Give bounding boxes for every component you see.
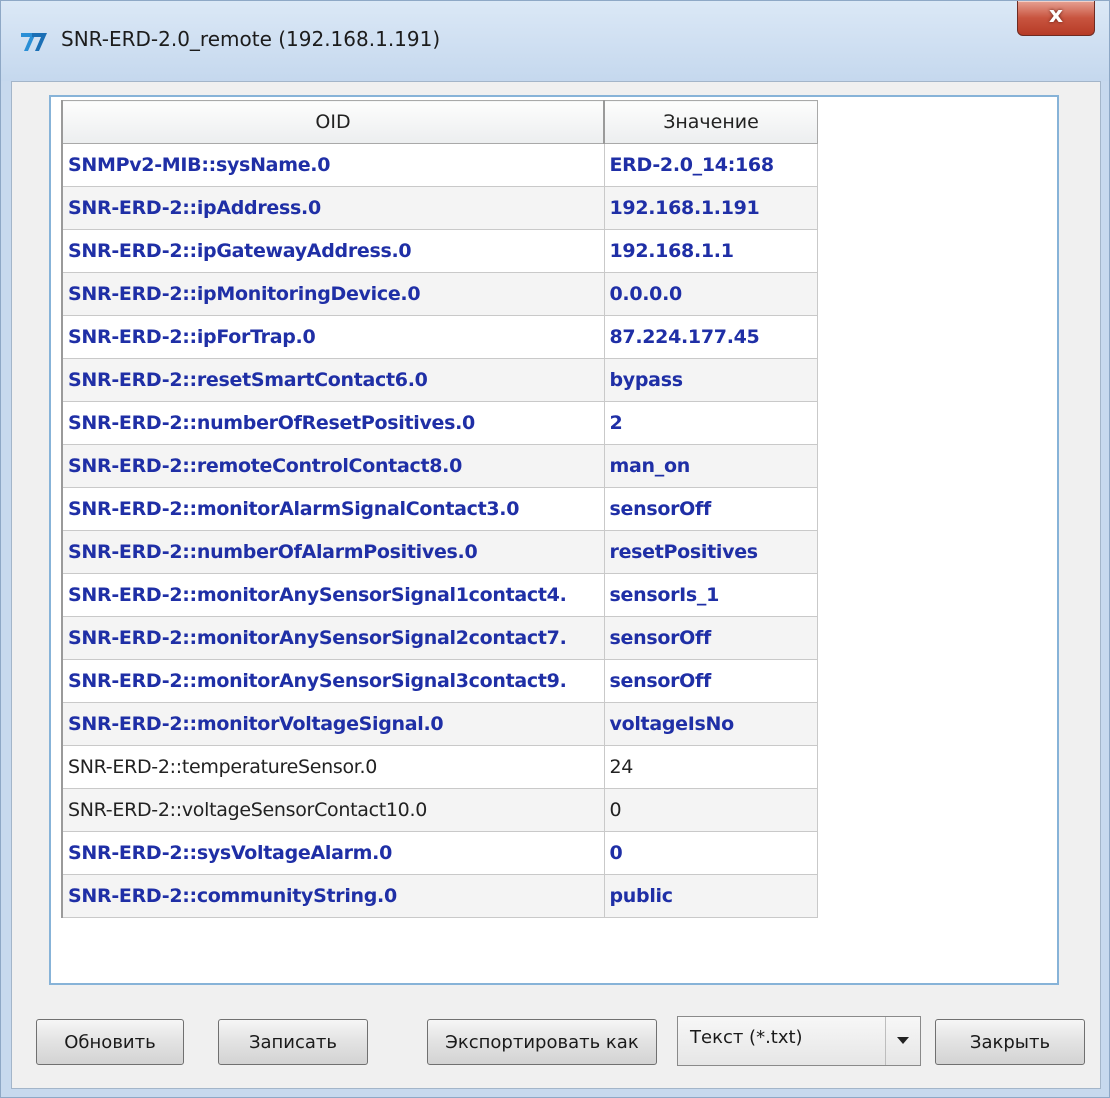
table-row[interactable]: SNR-ERD-2::temperatureSensor.0 24 xyxy=(61,745,818,789)
table-row[interactable]: SNR-ERD-2::monitorAnySensorSignal2contac… xyxy=(61,616,818,660)
table-row[interactable]: SNR-ERD-2::communityString.0 public xyxy=(61,874,818,918)
table-row[interactable]: SNR-ERD-2::resetSmartContact6.0 bypass xyxy=(61,358,818,402)
oid-cell[interactable]: SNR-ERD-2::numberOfResetPositives.0 xyxy=(61,401,605,445)
value-cell[interactable]: man_on xyxy=(603,444,818,488)
table-row[interactable]: SNR-ERD-2::remoteControlContact8.0 man_on xyxy=(61,444,818,488)
close-icon: x xyxy=(1048,3,1064,28)
table-row[interactable]: SNR-ERD-2::numberOfResetPositives.0 2 xyxy=(61,401,818,445)
write-button[interactable]: Записать xyxy=(218,1019,368,1065)
export-format-select[interactable]: Текст (*.txt) xyxy=(677,1016,921,1066)
value-cell[interactable]: 24 xyxy=(603,745,818,789)
column-header-value[interactable]: Значение xyxy=(603,100,818,144)
table-row[interactable]: SNR-ERD-2::monitorAnySensorSignal1contac… xyxy=(61,573,818,617)
oid-cell[interactable]: SNR-ERD-2::ipGatewayAddress.0 xyxy=(61,229,605,273)
oid-cell[interactable]: SNR-ERD-2::ipAddress.0 xyxy=(61,186,605,230)
value-cell[interactable]: 0.0.0.0 xyxy=(603,272,818,316)
oid-cell[interactable]: SNMPv2-MIB::sysName.0 xyxy=(61,143,605,187)
chevron-down-icon[interactable] xyxy=(885,1017,920,1065)
oid-table: OID Значение SNMPv2-MIB::sysName.0 ERD-2.… xyxy=(61,100,818,918)
title-bar[interactable]: SNR-ERD-2.0_remote (192.168.1.191) x xyxy=(1,1,1109,81)
value-cell[interactable]: 2 xyxy=(603,401,818,445)
export-format-value: Текст (*.txt) xyxy=(690,1027,803,1048)
app-logo-icon xyxy=(21,33,47,51)
oid-cell[interactable]: SNR-ERD-2::monitorAnySensorSignal3contac… xyxy=(61,659,605,703)
table-header-row: OID Значение xyxy=(61,100,818,144)
value-cell[interactable]: 0 xyxy=(603,788,818,832)
value-cell[interactable]: sensorOff xyxy=(603,659,818,703)
value-cell[interactable]: bypass xyxy=(603,358,818,402)
table-row[interactable]: SNMPv2-MIB::sysName.0 ERD-2.0_14:168 xyxy=(61,143,818,187)
table-row[interactable]: SNR-ERD-2::ipForTrap.0 87.224.177.45 xyxy=(61,315,818,359)
table-row[interactable]: SNR-ERD-2::monitorAlarmSignalContact3.0 s… xyxy=(61,487,818,531)
oid-cell[interactable]: SNR-ERD-2::communityString.0 xyxy=(61,874,605,918)
value-cell[interactable]: 87.224.177.45 xyxy=(603,315,818,359)
value-cell[interactable]: sensorOff xyxy=(603,487,818,531)
window-title: SNR-ERD-2.0_remote (192.168.1.191) xyxy=(61,27,441,51)
value-cell[interactable]: sensorOff xyxy=(603,616,818,660)
value-cell[interactable]: 0 xyxy=(603,831,818,875)
oid-cell[interactable]: SNR-ERD-2::voltageSensorContact10.0 xyxy=(61,788,605,832)
table-row[interactable]: SNR-ERD-2::voltageSensorContact10.0 0 xyxy=(61,788,818,832)
dialog-window: SNR-ERD-2.0_remote (192.168.1.191) x OID… xyxy=(0,0,1110,1098)
table-row[interactable]: SNR-ERD-2::ipAddress.0 192.168.1.191 xyxy=(61,186,818,230)
dialog-body: OID Значение SNMPv2-MIB::sysName.0 ERD-2.… xyxy=(11,81,1101,1089)
value-cell[interactable]: 192.168.1.1 xyxy=(603,229,818,273)
oid-cell[interactable]: SNR-ERD-2::monitorAlarmSignalContact3.0 xyxy=(61,487,605,531)
oid-cell[interactable]: SNR-ERD-2::numberOfAlarmPositives.0 xyxy=(61,530,605,574)
column-header-oid[interactable]: OID xyxy=(61,100,605,144)
oid-table-frame: OID Значение SNMPv2-MIB::sysName.0 ERD-2.… xyxy=(49,95,1059,985)
window-close-button[interactable]: x xyxy=(1017,1,1095,36)
export-as-button[interactable]: Экспортировать как xyxy=(427,1019,657,1065)
refresh-button[interactable]: Обновить xyxy=(36,1019,184,1065)
table-row[interactable]: SNR-ERD-2::monitorVoltageSignal.0 voltage… xyxy=(61,702,818,746)
value-cell[interactable]: ERD-2.0_14:168 xyxy=(603,143,818,187)
table-row[interactable]: SNR-ERD-2::monitorAnySensorSignal3contac… xyxy=(61,659,818,703)
value-cell[interactable]: resetPositives xyxy=(603,530,818,574)
table-body: SNMPv2-MIB::sysName.0 ERD-2.0_14:168 SNR-E… xyxy=(61,143,818,918)
oid-cell[interactable]: SNR-ERD-2::remoteControlContact8.0 xyxy=(61,444,605,488)
oid-cell[interactable]: SNR-ERD-2::monitorVoltageSignal.0 xyxy=(61,702,605,746)
close-button[interactable]: Закрыть xyxy=(935,1019,1085,1065)
table-row[interactable]: SNR-ERD-2::sysVoltageAlarm.0 0 xyxy=(61,831,818,875)
value-cell[interactable]: sensorIs_1 xyxy=(603,573,818,617)
oid-cell[interactable]: SNR-ERD-2::sysVoltageAlarm.0 xyxy=(61,831,605,875)
oid-cell[interactable]: SNR-ERD-2::ipMonitoringDevice.0 xyxy=(61,272,605,316)
table-row[interactable]: SNR-ERD-2::ipMonitoringDevice.0 0.0.0.0 xyxy=(61,272,818,316)
oid-cell[interactable]: SNR-ERD-2::temperatureSensor.0 xyxy=(61,745,605,789)
oid-cell[interactable]: SNR-ERD-2::ipForTrap.0 xyxy=(61,315,605,359)
value-cell[interactable]: voltageIsNo xyxy=(603,702,818,746)
oid-cell[interactable]: SNR-ERD-2::monitorAnySensorSignal2contac… xyxy=(61,616,605,660)
table-row[interactable]: SNR-ERD-2::numberOfAlarmPositives.0 reset… xyxy=(61,530,818,574)
oid-cell[interactable]: SNR-ERD-2::monitorAnySensorSignal1contac… xyxy=(61,573,605,617)
value-cell[interactable]: public xyxy=(603,874,818,918)
oid-cell[interactable]: SNR-ERD-2::resetSmartContact6.0 xyxy=(61,358,605,402)
table-row[interactable]: SNR-ERD-2::ipGatewayAddress.0 192.168.1.1 xyxy=(61,229,818,273)
value-cell[interactable]: 192.168.1.191 xyxy=(603,186,818,230)
